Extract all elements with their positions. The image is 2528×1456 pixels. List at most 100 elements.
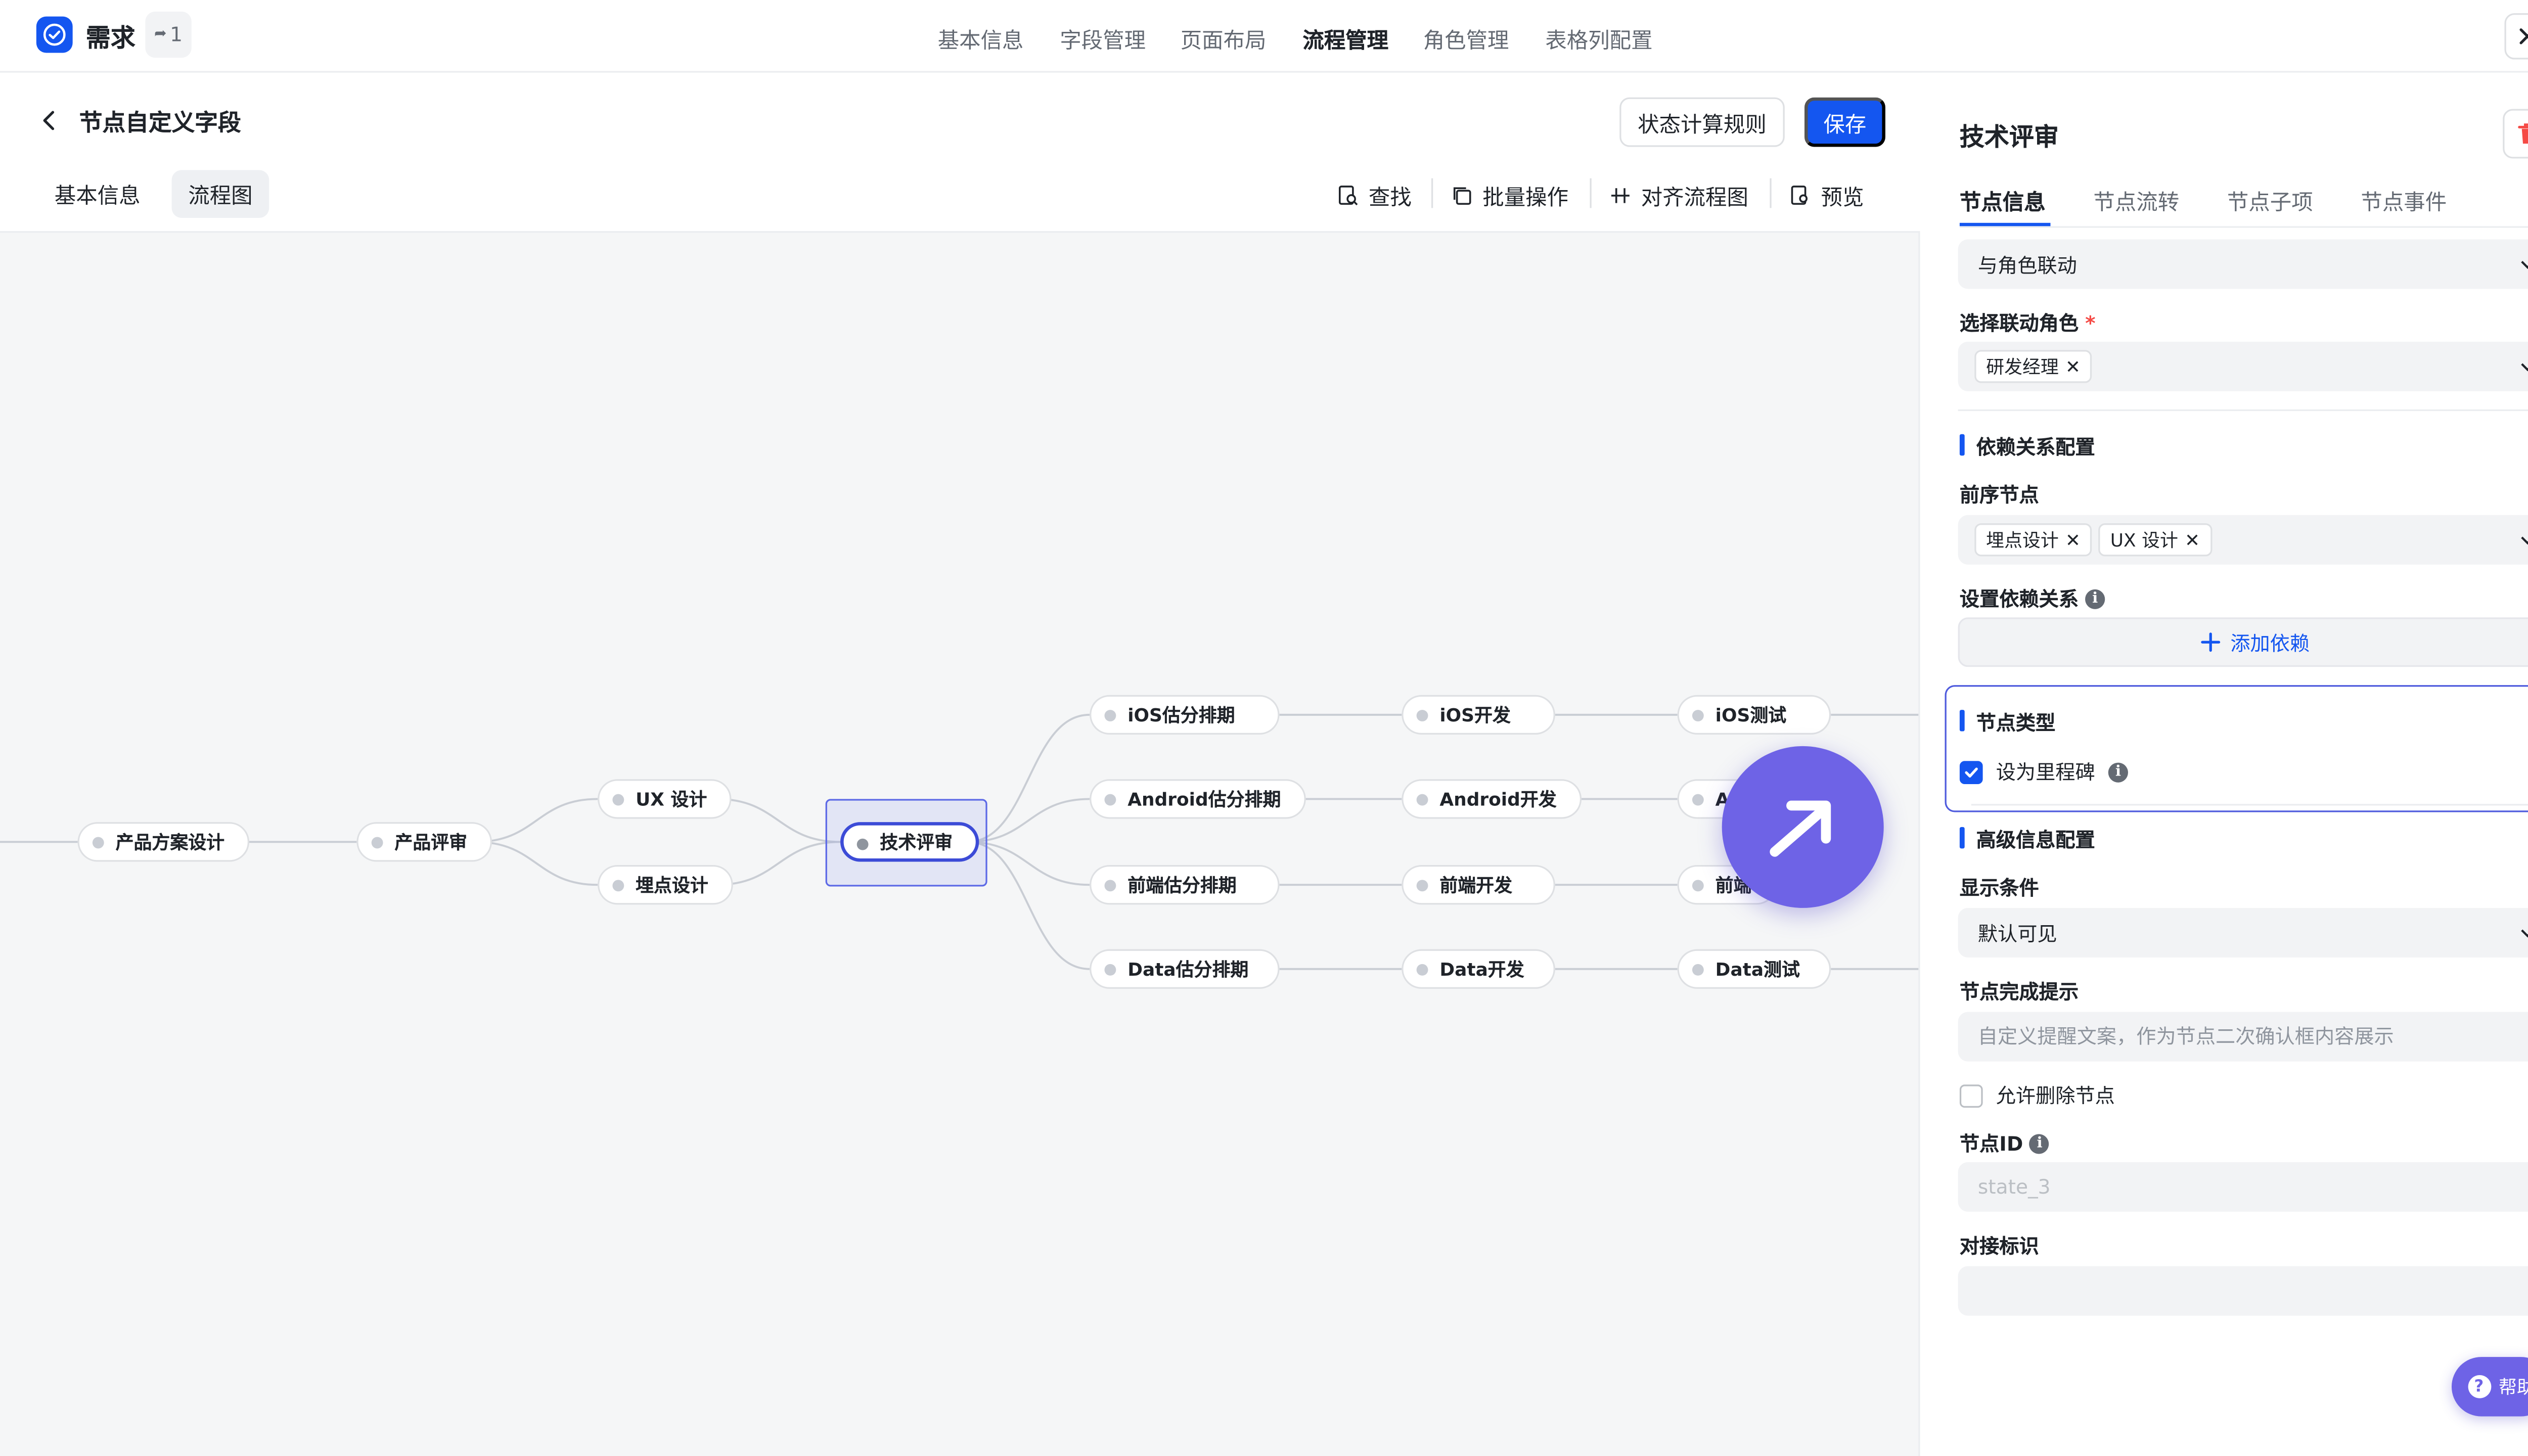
predecessor-tag: 埋点设计 ✕ <box>1974 523 2092 557</box>
divider <box>1958 409 2528 412</box>
share-count-chip[interactable]: ➦ 1 <box>145 11 192 58</box>
info-icon[interactable]: i <box>2085 588 2105 609</box>
add-dependency-label: 添加依赖 <box>2230 631 2310 655</box>
flow-edge <box>475 798 598 843</box>
flow-node[interactable]: iOS估分排期 <box>1090 695 1280 735</box>
predecessor-tag-label: 埋点设计 <box>1986 530 2059 552</box>
predecessor-multi-select[interactable]: 埋点设计 ✕ UX 设计 ✕ <box>1958 515 2528 565</box>
dependency-section-title: 依赖关系配置 <box>1959 433 2095 461</box>
flow-node[interactable]: 产品方案设计 <box>77 822 250 862</box>
predecessor-tag: UX 设计 ✕ <box>2098 523 2211 557</box>
find-tool[interactable]: 查找 <box>1337 180 1412 211</box>
info-icon[interactable]: i <box>2108 761 2129 782</box>
flow-node[interactable]: 前端估分排期 <box>1090 865 1280 905</box>
role-tag: 研发经理 ✕ <box>1974 350 2092 383</box>
allow-delete-checkbox-row[interactable]: 允许删除节点 <box>1959 1081 2115 1110</box>
flow-node[interactable]: UX 设计 <box>598 779 732 819</box>
tag-remove-icon[interactable]: ✕ <box>2065 356 2081 377</box>
close-button[interactable] <box>2504 13 2528 60</box>
flow-node[interactable]: Android估分排期 <box>1090 779 1306 819</box>
completion-tip-label: 节点完成提示 <box>1959 980 2079 1004</box>
state-rule-button[interactable]: 状态计算规则 <box>1619 97 1785 147</box>
tab-node-subitems[interactable]: 节点子项 <box>2227 185 2313 216</box>
align-icon <box>1611 188 1630 203</box>
predecessor-label: 前序节点 <box>1959 483 2039 507</box>
arrow-up-right-icon <box>1770 800 1831 857</box>
predecessor-tag-label: UX 设计 <box>2110 530 2178 552</box>
search-doc-icon <box>1338 186 1358 206</box>
tab-divider <box>1959 226 2528 228</box>
floating-action-button[interactable] <box>1722 746 1884 908</box>
flow-node[interactable]: iOS测试 <box>1677 695 1831 735</box>
batch-tool[interactable]: 批量操作 <box>1451 180 1568 211</box>
tab-node-info[interactable]: 节点信息 <box>1960 185 2046 216</box>
check-icon <box>1965 766 1978 777</box>
role-multi-select[interactable]: 研发经理 ✕ <box>1958 341 2528 391</box>
help-icon: ? <box>2467 1375 2491 1398</box>
node-id-input <box>1958 1162 2528 1212</box>
copy-icon <box>1453 187 1471 205</box>
align-tool[interactable]: 对齐流程图 <box>1610 180 1748 211</box>
top-nav-table-columns[interactable]: 表格列配置 <box>1545 23 1652 55</box>
share-count: 1 <box>170 23 183 47</box>
role-link-select[interactable]: 与角色联动 <box>1958 239 2528 289</box>
info-icon[interactable]: i <box>2029 1133 2050 1153</box>
required-mark: * <box>2085 311 2096 335</box>
milestone-checkbox-row[interactable]: 设为里程碑 i <box>1959 758 2129 786</box>
docking-input[interactable] <box>1958 1266 2528 1316</box>
toolbar-divider <box>1590 178 1592 208</box>
back-chevron-icon[interactable] <box>39 109 59 132</box>
save-button[interactable]: 保存 <box>1804 97 1885 147</box>
completion-tip-input[interactable] <box>1958 1012 2528 1062</box>
flow-canvas[interactable]: 产品方案设计 产品评审 UX 设计埋点设计 技术评审 iOS估分排期 Android估分排… <box>0 231 1920 1456</box>
top-nav-field-management[interactable]: 字段管理 <box>1060 23 1146 55</box>
flow-edge <box>475 841 598 886</box>
display-condition-label: 显示条件 <box>1959 876 2039 900</box>
node-type-highlight <box>1945 685 2528 812</box>
subtab-basic-info[interactable]: 基本信息 <box>38 170 157 218</box>
preview-tool[interactable]: 预览 <box>1790 180 1864 211</box>
top-bar: 需求 ➦ 1 基本信息 字段管理 页面布局 流程管理 角色管理 表格列配置 <box>0 0 2528 73</box>
role-link-value: 与角色联动 <box>1977 253 2077 277</box>
chevron-down-icon <box>2521 929 2528 938</box>
allow-delete-checkbox[interactable] <box>1959 1083 1983 1107</box>
preview-label: 预览 <box>1821 186 1864 211</box>
align-label: 对齐流程图 <box>1641 186 1749 211</box>
flow-node[interactable]: 前端开发 <box>1402 865 1555 905</box>
set-dependency-label-text: 设置依赖关系 <box>1959 587 2079 611</box>
top-nav-flow-management[interactable]: 流程管理 <box>1302 23 1388 55</box>
top-nav-basic-info[interactable]: 基本信息 <box>938 23 1024 55</box>
milestone-checkbox[interactable] <box>1959 760 1983 784</box>
flow-node[interactable]: Data估分排期 <box>1090 949 1280 989</box>
toolbar-divider <box>1431 178 1433 208</box>
help-button[interactable]: ? 帮助 <box>2451 1357 2528 1417</box>
flow-node[interactable]: 埋点设计 <box>598 865 733 905</box>
flow-node[interactable]: iOS开发 <box>1402 695 1555 735</box>
chevron-down-icon <box>2521 363 2528 372</box>
role-select-label-text: 选择联动角色 <box>1959 312 2079 335</box>
subtab-flowchart[interactable]: 流程图 <box>171 170 269 218</box>
flow-node[interactable]: 技术评审 <box>840 822 979 862</box>
milestone-label: 设为里程碑 <box>1996 761 2095 785</box>
delete-node-button[interactable] <box>2503 109 2528 159</box>
batch-label: 批量操作 <box>1482 186 1569 211</box>
advanced-section-title: 高级信息配置 <box>1959 826 2095 854</box>
flow-node[interactable]: 产品评审 <box>356 822 492 862</box>
top-nav-role-management[interactable]: 角色管理 <box>1423 23 1509 55</box>
flow-node[interactable]: Data测试 <box>1677 949 1831 989</box>
set-dependency-label: 设置依赖关系 i <box>1960 584 2105 613</box>
flow-node[interactable]: Android开发 <box>1402 779 1582 819</box>
tag-remove-icon[interactable]: ✕ <box>2065 529 2081 551</box>
close-icon <box>2519 28 2528 44</box>
node-id-label-text: 节点ID <box>1959 1132 2023 1156</box>
tag-remove-icon[interactable]: ✕ <box>2185 529 2200 551</box>
add-dependency-button[interactable]: 添加依赖 <box>1958 617 2528 667</box>
top-nav-page-layout[interactable]: 页面布局 <box>1181 23 1267 55</box>
tab-node-events[interactable]: 节点事件 <box>2361 185 2447 216</box>
display-condition-select[interactable]: 默认可见 <box>1958 907 2528 958</box>
toolbar-divider <box>1770 178 1772 208</box>
page-title: 节点自定义字段 <box>79 110 241 138</box>
tab-node-transition[interactable]: 节点流转 <box>2093 185 2179 216</box>
display-condition-value: 默认可见 <box>1977 922 2057 945</box>
flow-node[interactable]: Data开发 <box>1402 949 1555 989</box>
